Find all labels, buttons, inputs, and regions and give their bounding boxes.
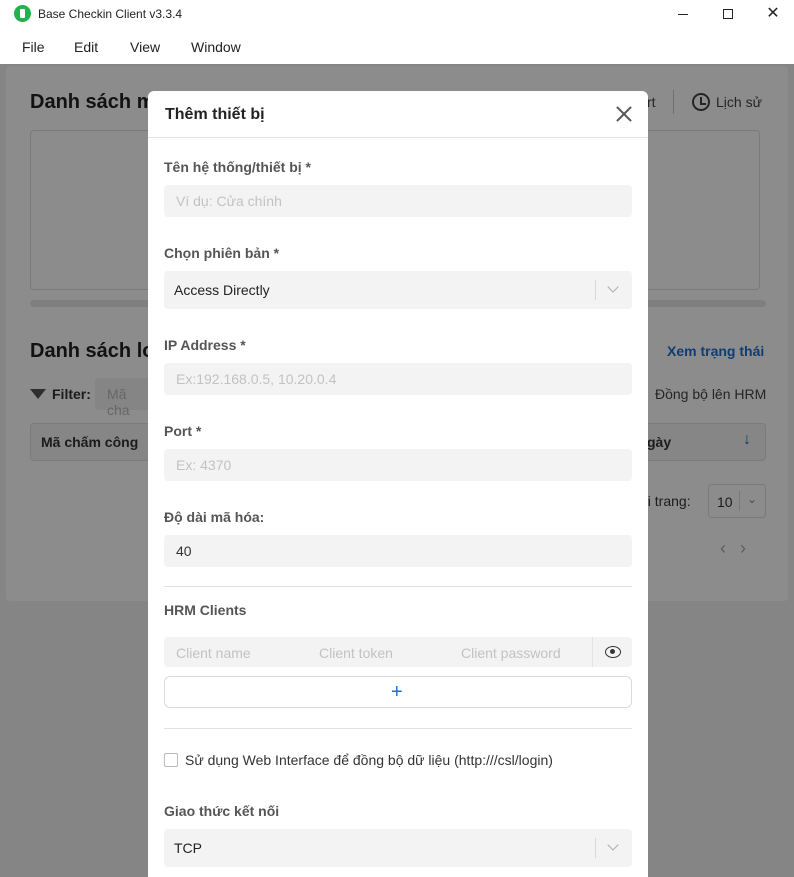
protocol-value: TCP	[174, 840, 202, 856]
section-divider	[164, 586, 632, 587]
select-divider	[595, 838, 596, 858]
add-client-button[interactable]: +	[164, 676, 632, 708]
device-name-label: Tên hệ thống/thiết bị *	[164, 159, 311, 175]
eye-icon	[605, 646, 621, 658]
select-divider	[595, 280, 596, 300]
chevron-down-icon	[608, 841, 618, 851]
maximize-icon	[723, 9, 733, 19]
ip-label: IP Address *	[164, 337, 246, 353]
client-token-input[interactable]: Client token	[319, 645, 393, 661]
version-select[interactable]: Access Directly	[164, 271, 632, 309]
menu-bar: File Edit View Window	[0, 28, 794, 64]
menu-file[interactable]: File	[22, 39, 45, 55]
client-password-input[interactable]: Client password	[461, 645, 561, 661]
port-label: Port *	[164, 423, 202, 439]
web-interface-label[interactable]: Sử dụng Web Interface để đồng bộ dữ liệu…	[185, 752, 553, 768]
chevron-down-icon	[608, 283, 618, 293]
ip-input[interactable]: Ex:192.168.0.5, 10.20.0.4	[164, 363, 632, 395]
version-label: Chọn phiên bản *	[164, 245, 280, 261]
title-bar: Base Checkin Client v3.3.4 ✕	[0, 0, 794, 28]
close-icon: ✕	[766, 5, 780, 22]
maximize-button[interactable]	[705, 0, 751, 28]
hrm-client-row: Client name Client token Client password	[164, 637, 632, 667]
minimize-button[interactable]	[660, 0, 706, 28]
port-input[interactable]: Ex: 4370	[164, 449, 632, 481]
modal-header: Thêm thiết bị	[148, 91, 648, 138]
menu-window[interactable]: Window	[191, 39, 241, 55]
add-device-modal: Thêm thiết bị Tên hệ thống/thiết bị * Ví…	[148, 91, 648, 877]
minimize-icon	[678, 13, 688, 15]
version-value: Access Directly	[174, 282, 270, 298]
protocol-select[interactable]: TCP	[164, 829, 632, 867]
menu-edit[interactable]: Edit	[74, 39, 98, 55]
modal-title: Thêm thiết bị	[165, 106, 265, 123]
close-modal-button[interactable]	[612, 102, 636, 126]
toggle-password-button[interactable]	[592, 637, 632, 667]
hrm-clients-label: HRM Clients	[164, 602, 247, 618]
section-divider	[164, 728, 632, 729]
menu-view[interactable]: View	[130, 39, 160, 55]
web-interface-checkbox[interactable]	[164, 753, 178, 767]
device-name-input[interactable]: Ví dụ: Cửa chính	[164, 185, 632, 217]
app-logo-icon	[14, 5, 31, 22]
close-window-button[interactable]: ✕	[750, 0, 794, 28]
encode-length-input[interactable]: 40	[164, 535, 632, 567]
window-title: Base Checkin Client v3.3.4	[38, 7, 183, 21]
client-name-input[interactable]: Client name	[176, 645, 251, 661]
plus-icon: +	[391, 681, 403, 703]
protocol-label: Giao thức kết nối	[164, 803, 280, 819]
encode-length-label: Độ dài mã hóa:	[164, 509, 265, 525]
